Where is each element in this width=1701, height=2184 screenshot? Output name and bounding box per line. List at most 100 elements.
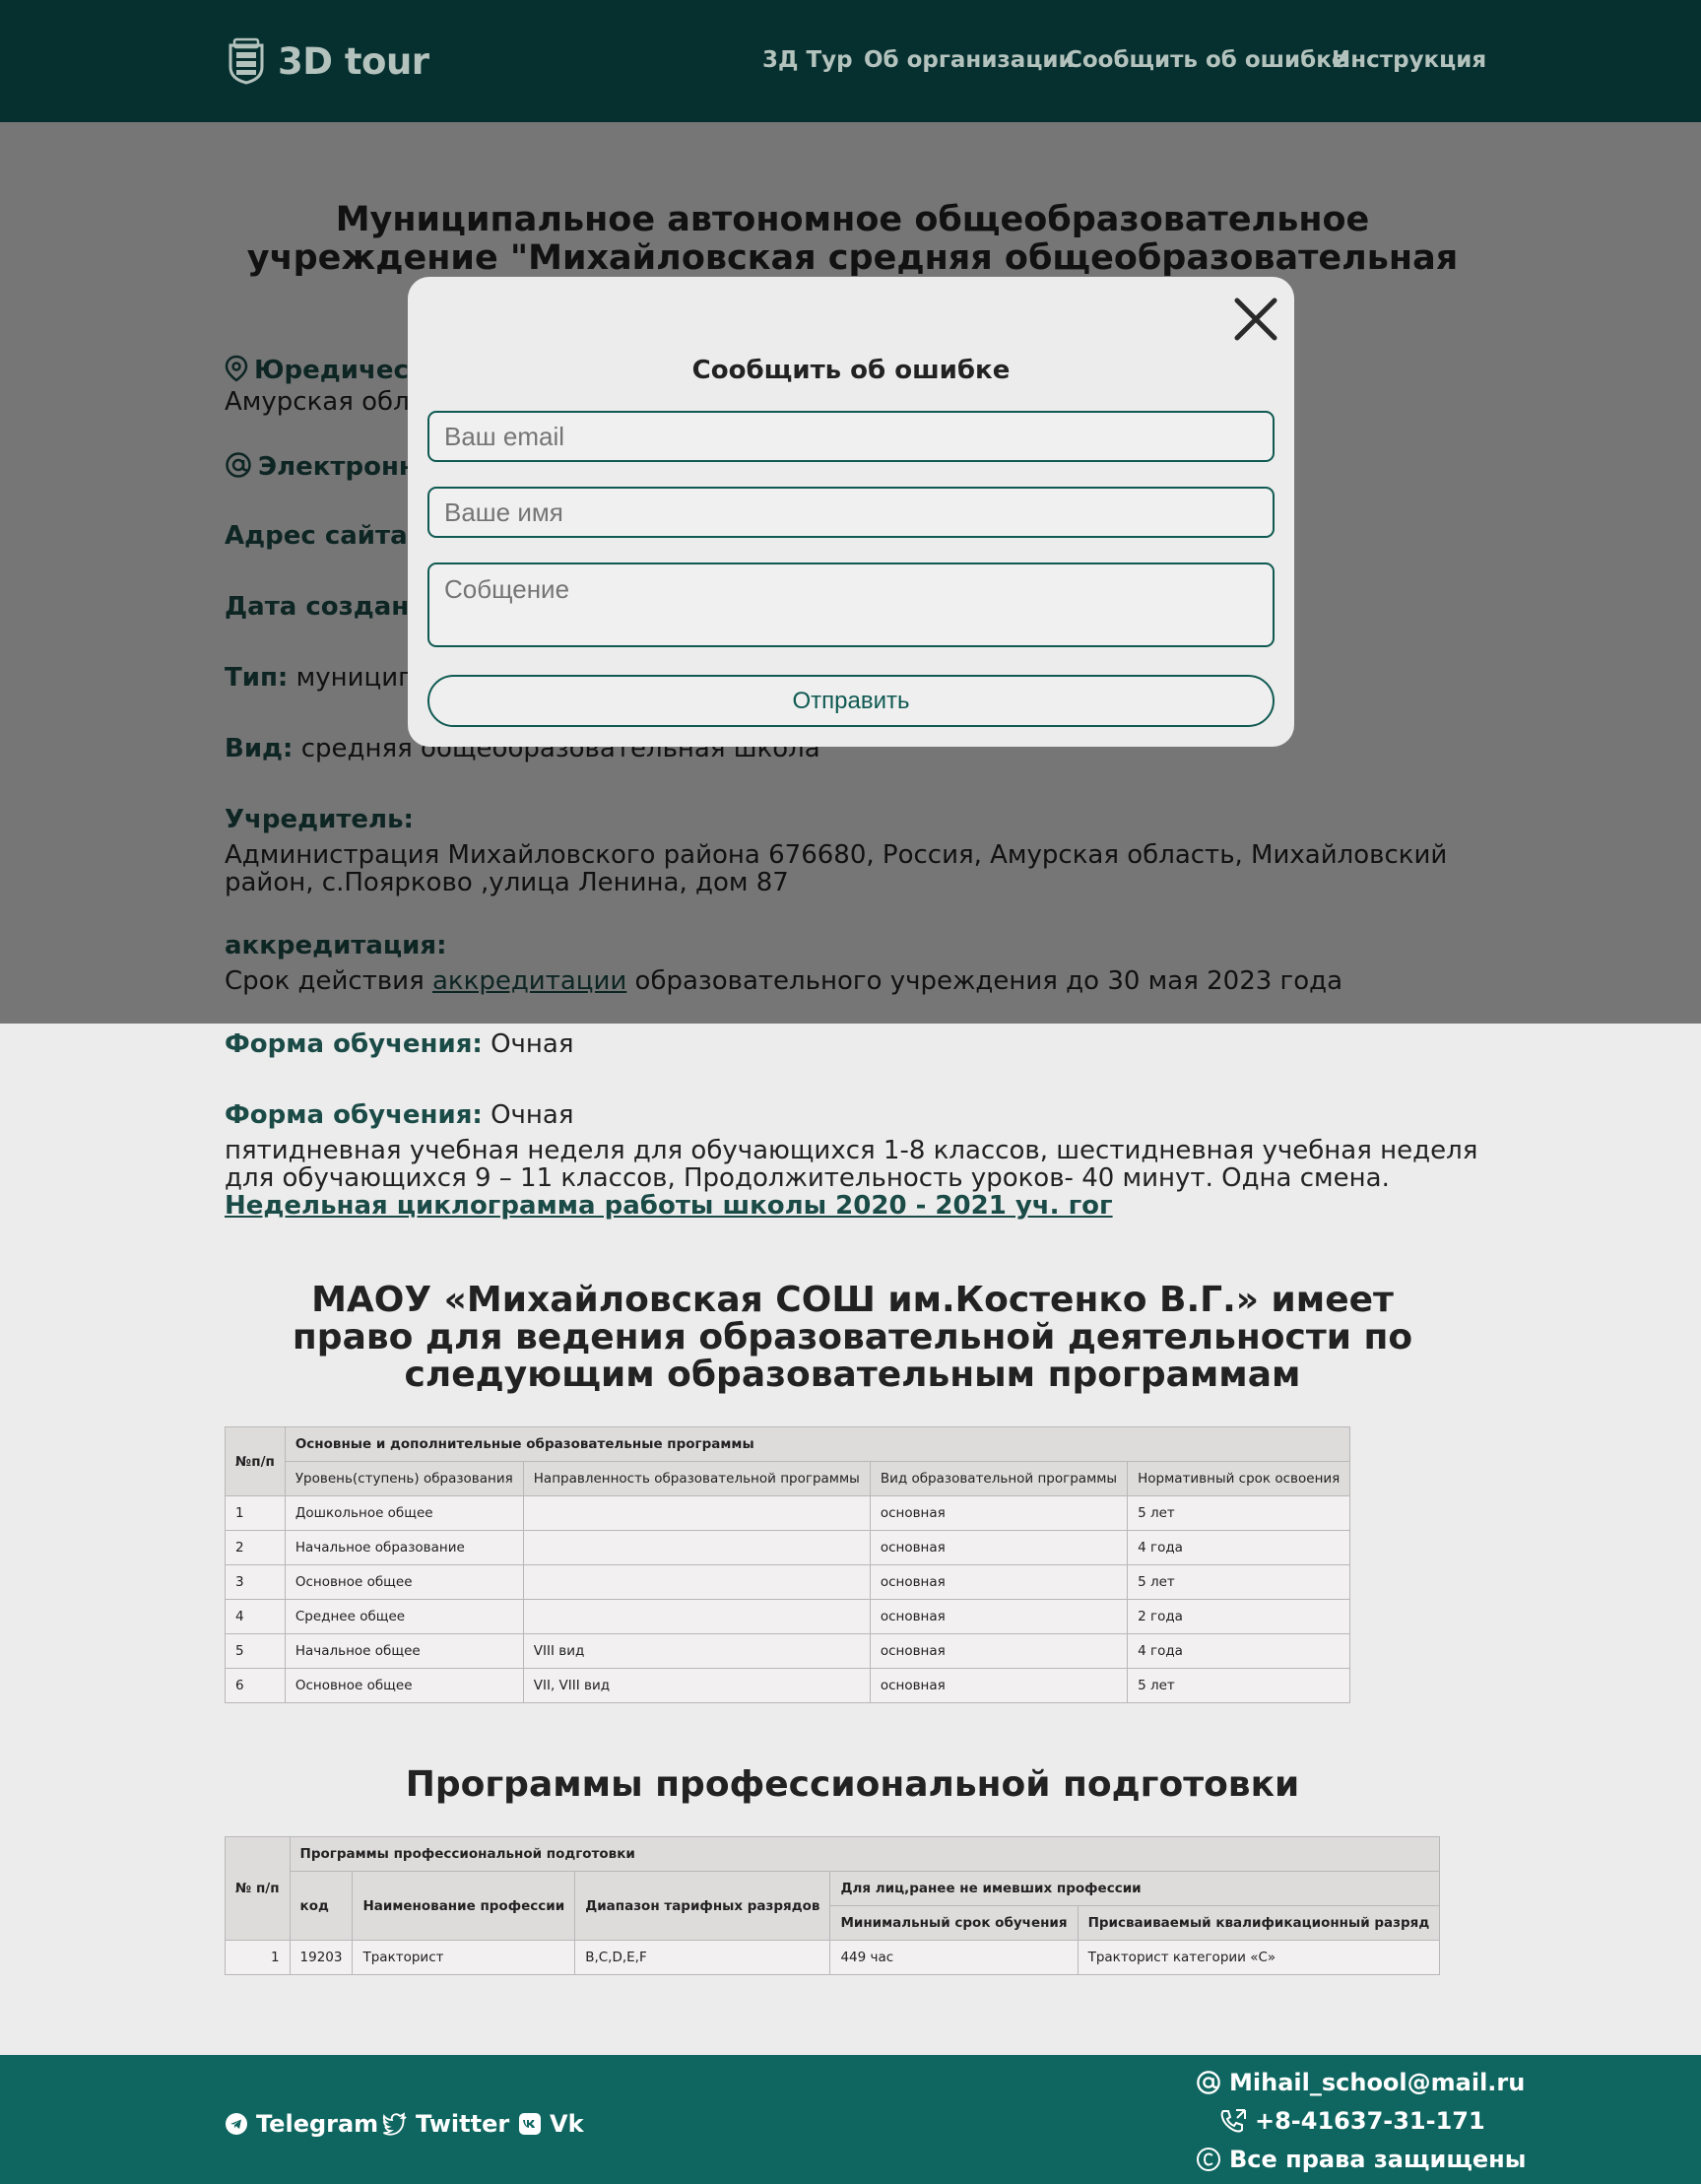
- main-nav: 3Д Тур Об организации Сообщить об ошибке…: [0, 47, 1701, 77]
- table-cell: Основное общее: [284, 1564, 524, 1600]
- table-cell: 4 года: [1127, 1633, 1351, 1669]
- nav-instructions[interactable]: Инструкция: [1332, 47, 1486, 73]
- close-button[interactable]: [1231, 295, 1280, 344]
- table-cell: VIII вид: [522, 1633, 871, 1669]
- table-cell: основная: [869, 1633, 1129, 1669]
- table-cell: Дошкольное общее: [284, 1495, 524, 1531]
- programs-group-header: Основные и дополнительные образовательны…: [284, 1426, 1351, 1462]
- form2-value: Очная: [491, 1100, 574, 1130]
- table-cell: 449 час: [829, 1940, 1079, 1975]
- copyright-icon: [1197, 2148, 1220, 2171]
- table-cell: основная: [869, 1668, 1129, 1703]
- report-error-modal: Сообщить об ошибке Отправить: [408, 277, 1294, 747]
- form2-row: Форма обучения: Очная: [225, 1101, 574, 1129]
- email-field[interactable]: [427, 411, 1275, 462]
- prof-num-header: № п/п: [225, 1836, 291, 1941]
- table-row: 1 Дошкольное общее основная 5 лет: [225, 1495, 1351, 1531]
- table-row: 3 Основное общее основная 5 лет: [225, 1564, 1351, 1600]
- table-cell: VII, VIII вид: [522, 1668, 871, 1703]
- programs-table: №п/п Основные и дополнительные образоват…: [225, 1426, 1351, 1703]
- table-cell: 1: [225, 1940, 291, 1975]
- table-cell: основная: [869, 1599, 1129, 1634]
- schedule-link-text[interactable]: Недельная циклограмма работы школы 2020 …: [225, 1191, 1113, 1221]
- table-cell: B,C,D,E,F: [574, 1940, 831, 1975]
- table-cell: [522, 1564, 871, 1600]
- prof-table-body: 1 19203 Тракторист B,C,D,E,F 449 час Трактори…: [225, 1940, 1441, 1975]
- table-cell: основная: [869, 1564, 1129, 1600]
- prof-title: Программы профессиональной подготовки: [405, 1764, 1300, 1805]
- vk-label: Vk: [550, 2110, 584, 2138]
- nav-report-error[interactable]: Сообщить об ошибке: [1066, 47, 1346, 73]
- form1-label: Форма обучения:: [225, 1029, 483, 1059]
- table-row: 4 Среднее общее основная 2 года: [225, 1599, 1351, 1634]
- message-field[interactable]: [427, 563, 1275, 647]
- site-header: 3D tour 3Д Тур Об организации Сообщить о…: [0, 0, 1701, 122]
- table-row: 5 Начальное общее VIII вид основная 4 года: [225, 1633, 1351, 1669]
- table-cell: 2: [225, 1530, 286, 1565]
- vk-icon: [519, 2113, 541, 2135]
- nav-about[interactable]: Об организации: [864, 47, 1075, 73]
- telegram-link[interactable]: Telegram: [225, 2110, 378, 2138]
- prof-col-rank: Присваиваемый квалификационный разряд: [1077, 1905, 1441, 1941]
- table-cell: 19203: [289, 1940, 354, 1975]
- footer-rights-text: Все права защищены: [1229, 2146, 1527, 2173]
- submit-button[interactable]: Отправить: [427, 675, 1275, 727]
- table-cell: 6: [225, 1668, 286, 1703]
- table-cell: Начальное образование: [284, 1530, 524, 1565]
- table-cell: 3: [225, 1564, 286, 1600]
- telegram-label: Telegram: [256, 2110, 379, 2138]
- twitter-icon: [382, 2112, 407, 2136]
- prof-group-header: Программы профессиональной подготовки: [289, 1836, 1441, 1872]
- table-cell: [522, 1530, 871, 1565]
- table-cell: 1: [225, 1495, 286, 1531]
- table-cell: 5 лет: [1127, 1668, 1351, 1703]
- twitter-label: Twitter: [416, 2110, 510, 2138]
- close-icon: [1234, 298, 1277, 341]
- table-cell: основная: [869, 1495, 1129, 1531]
- prof-col-range: Диапазон тарифных разрядов: [574, 1871, 831, 1941]
- footer-phone[interactable]: +8-41637-31-171: [1219, 2107, 1485, 2135]
- nav-3d-tour[interactable]: 3Д Тур: [762, 47, 853, 73]
- programs-col-duration: Нормативный срок освоения: [1127, 1461, 1351, 1496]
- table-cell: 2 года: [1127, 1599, 1351, 1634]
- table-cell: 4: [225, 1599, 286, 1634]
- twitter-link[interactable]: Twitter: [382, 2110, 509, 2138]
- table-cell: 5: [225, 1633, 286, 1669]
- schedule-text: пятидневная учебная неделя для обучающих…: [225, 1136, 1478, 1193]
- site-footer: Telegram Twitter Vk Mihail_school@mail.r…: [0, 2055, 1701, 2184]
- phone-icon: [1220, 2109, 1246, 2133]
- table-cell: [522, 1599, 871, 1634]
- table-cell: Основное общее: [284, 1668, 524, 1703]
- prof-col-min: Минимальный срок обучения: [829, 1905, 1079, 1941]
- telegram-icon: [226, 2113, 247, 2135]
- at-sign-icon: [1197, 2071, 1220, 2094]
- programs-table-body: 1 Дошкольное общее основная 5 лет 2 Начальное…: [225, 1495, 1351, 1703]
- form1-row: Форма обучения: Очная: [225, 1030, 574, 1058]
- table-row: 6 Основное общее VII, VIII вид основная 5 ле…: [225, 1668, 1351, 1703]
- vk-link[interactable]: Vk: [518, 2110, 584, 2138]
- prof-table: № п/п Программы профессиональной подгото…: [225, 1836, 1441, 1975]
- programs-col-direction: Направленность образовательной программы: [522, 1461, 871, 1496]
- table-cell: 4 года: [1127, 1530, 1351, 1565]
- table-row: 1 19203 Тракторист B,C,D,E,F 449 час Трактори…: [225, 1940, 1441, 1975]
- form1-value: Очная: [491, 1029, 574, 1059]
- programs-title: МАОУ «Михайловская СОШ им.Костенко В.Г.»…: [292, 1280, 1413, 1395]
- prof-col-code: код: [289, 1871, 354, 1941]
- table-cell: Среднее общее: [284, 1599, 524, 1634]
- table-row: 2 Начальное образование основная 4 года: [225, 1530, 1351, 1565]
- programs-col-kind: Вид образовательной программы: [869, 1461, 1129, 1496]
- footer-rights: Все права защищены: [1196, 2146, 1526, 2173]
- programs-num-header: №п/п: [225, 1426, 286, 1496]
- table-cell: [522, 1495, 871, 1531]
- table-cell: Начальное общее: [284, 1633, 524, 1669]
- form2-label: Форма обучения:: [225, 1100, 483, 1130]
- prof-subgroup-header: Для лиц,ранее не имевших профессии: [829, 1871, 1441, 1906]
- programs-col-level: Уровень(ступень) образования: [284, 1461, 524, 1496]
- table-cell: Тракторист: [352, 1940, 576, 1975]
- prof-col-name: Наименование профессии: [352, 1871, 576, 1941]
- name-field[interactable]: [427, 487, 1275, 538]
- footer-email-text: Mihail_school@mail.ru: [1229, 2069, 1526, 2096]
- table-cell: 5 лет: [1127, 1495, 1351, 1531]
- footer-phone-text: +8-41637-31-171: [1255, 2107, 1485, 2135]
- footer-email[interactable]: Mihail_school@mail.ru: [1196, 2069, 1525, 2096]
